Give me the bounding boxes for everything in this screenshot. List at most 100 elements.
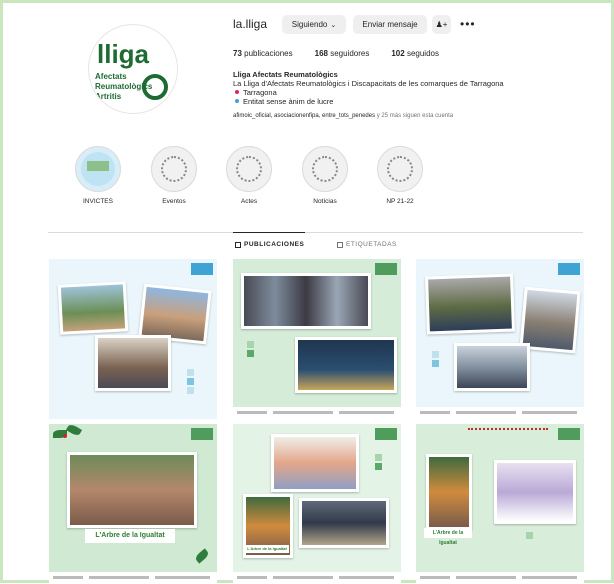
post-photo [95,335,171,391]
highlight-invictes[interactable]: INVICTES [68,146,128,205]
post-footer [416,572,584,584]
highlight-label: Actes [240,198,258,205]
brand-logo [558,428,580,440]
following-number: 102 [391,49,405,58]
post-footer [233,407,401,419]
decor-squares [432,351,439,369]
highlight-label: Eventos [162,198,186,205]
loading-ring-icon [387,156,413,182]
post-thumbnail[interactable] [416,259,584,419]
highlight-cover [151,146,197,192]
post-footer [49,572,217,584]
post-footer [233,572,401,584]
post-thumbnail[interactable]: L'Arbre de la Igualtat [416,424,584,584]
post-photo [67,452,197,528]
add-person-icon: ♟+ [435,20,448,29]
svg-text:Afectats: Afectats [95,72,127,81]
post-photo [57,281,129,335]
highlight-cover [226,146,272,192]
svg-text:lliga: lliga [97,39,150,69]
more-options-icon[interactable]: ••• [460,17,476,31]
post-thumbnail[interactable]: L'Arbre de la Igualtat [49,424,217,584]
followers-count[interactable]: 168 seguidores [315,49,370,58]
tab-posts-label: PUBLICACIONES [244,241,305,248]
posts-label: publicaciones [244,49,293,58]
post-thumbnail[interactable]: L'Arbre de la Igualtat [233,424,401,584]
highlight-cover [377,146,423,192]
posts-count: 73 publicaciones [233,49,293,58]
profile-username: la.lliga [233,17,268,31]
followers-label: seguidores [330,49,370,58]
profile-stats: 73 publicaciones 168 seguidores 102 segu… [233,49,439,58]
lliga-logo: lliga Afectats Reumatològics Artritis [95,39,168,101]
post-caption: L'Arbre de la Igualtat [424,528,472,546]
following-button-label: Siguiendo [291,20,328,29]
lights-decoration [468,428,548,438]
grid-icon [235,241,241,248]
highlight-label: INVICTES [83,198,113,205]
following-label: seguidos [406,49,439,58]
decor-squares [247,341,254,359]
decor-squares [187,369,194,396]
berry-decoration [63,434,67,438]
followed-by-accounts: afimoic_oficial, asociacionenfipa, entre… [233,113,376,119]
chevron-down-icon: ⌄ [330,21,337,29]
brand-logo [191,428,213,440]
tab-tagged[interactable]: ETIQUETADAS [337,241,397,248]
followed-by-rest: y 25 más siguen esta cuenta [376,113,454,119]
post-photo [271,434,359,492]
bio-nonprofit: Entitat sense ànim de lucre [233,97,533,106]
post-thumbnail[interactable] [49,259,217,419]
tab-posts[interactable]: PUBLICACIONES [235,241,304,248]
brand-logo [558,263,580,275]
highlight-noticias[interactable]: Notícias [295,146,355,205]
bio-nonprofit-text: Entitat sense ànim de lucre [243,97,334,106]
post-thumbnail[interactable] [233,259,401,419]
highlight-eventos[interactable]: Eventos [144,146,204,205]
profile-bio: Lliga Afectats Reumatològics La Lliga d'… [233,70,533,106]
tab-divider [48,232,583,233]
active-tab-indicator [233,232,305,233]
highlight-label: Notícias [313,198,337,205]
loading-ring-icon [236,156,262,182]
suggest-people-button[interactable]: ♟+ [432,15,451,34]
highlight-image [81,152,115,186]
followers-number: 168 [314,49,328,58]
bio-description: La Lliga d'Afectats Reumatològics i Disc… [233,79,504,88]
highlight-cover [75,146,121,192]
loading-ring-icon [161,156,187,182]
bio-location: Tarragona [233,88,533,97]
decor-squares [375,454,382,472]
posts-number: 73 [233,49,242,58]
holly-decoration [65,424,83,437]
bio-name: Lliga Afectats Reumatològics [233,70,338,79]
send-message-button[interactable]: Enviar mensaje [353,15,427,34]
post-caption: L'Arbre de la Igualtat [85,529,175,543]
brand-logo [375,263,397,275]
tag-icon [337,241,343,248]
post-photo [426,454,472,530]
following-button[interactable]: Siguiendo ⌄ [282,15,346,34]
brand-logo [375,428,397,440]
tab-tagged-label: ETIQUETADAS [346,241,397,248]
highlight-np-21-22[interactable]: NP 21-22 [370,146,430,205]
profile-avatar[interactable]: lliga Afectats Reumatològics Artritis [88,24,178,114]
followed-by[interactable]: afimoic_oficial, asociacionenfipa, entre… [233,113,553,119]
loading-ring-icon [312,156,338,182]
post-photo [454,343,530,391]
bio-location-text: Tarragona [243,88,277,97]
highlight-actes[interactable]: Actes [219,146,279,205]
highlight-label: NP 21-22 [386,198,414,205]
decor-squares [526,532,533,541]
post-photo [494,460,576,524]
highlight-cover [302,146,348,192]
send-message-label: Enviar mensaje [362,20,418,29]
post-photo [299,498,389,548]
post-photo [241,273,371,329]
pin-icon [235,90,239,94]
post-footer [416,407,584,419]
post-caption: L'Arbre de la Igualtat [245,545,289,553]
following-count[interactable]: 102 seguidos [391,49,439,58]
brand-logo [191,263,213,275]
post-photo [295,337,397,393]
